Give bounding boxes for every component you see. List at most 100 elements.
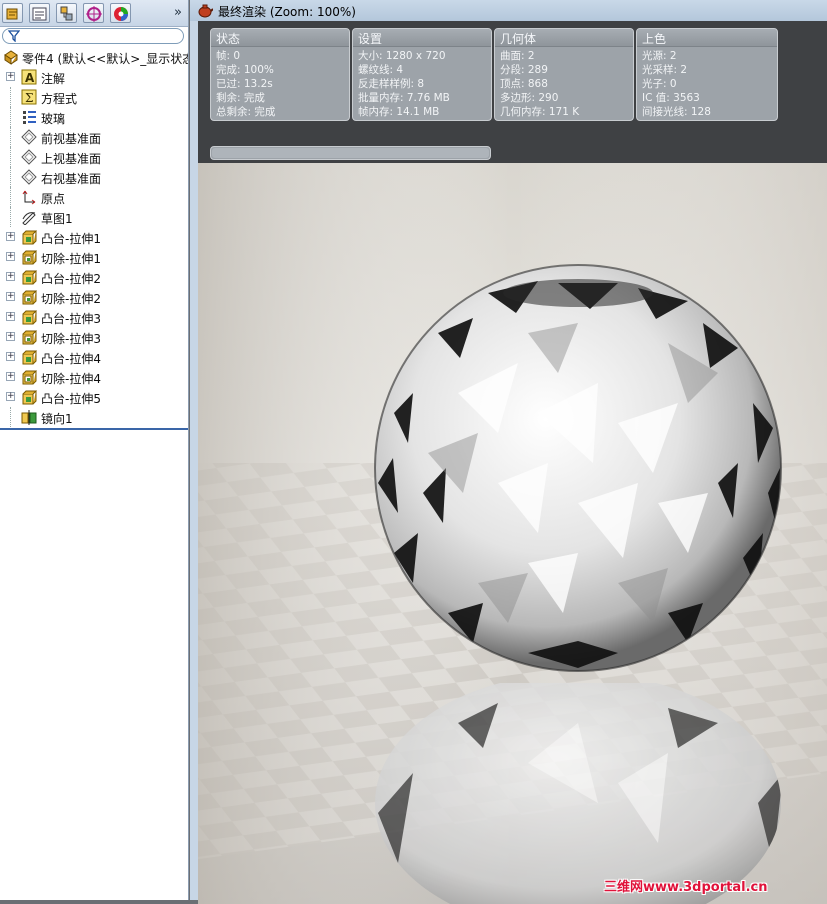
cut-extrude-icon	[22, 290, 37, 305]
panel-stat-row: 间接光线: 128	[642, 106, 711, 118]
display-manager-icon	[114, 7, 128, 21]
panel-stat-row: 大小: 1280 x 720	[358, 50, 446, 62]
tree-item[interactable]: + 切除-拉伸1	[0, 247, 188, 267]
render-viewport[interactable]	[198, 163, 827, 904]
annotation-icon: A	[21, 69, 37, 85]
tree-item-label: 原点	[41, 192, 66, 206]
tree-item[interactable]: 镜向1	[0, 407, 188, 427]
tree-connector	[10, 207, 12, 227]
property-manager-tab[interactable]	[29, 3, 50, 23]
panel-stat-row: 光采样: 2	[642, 64, 688, 76]
render-window-title: 最终渲染 (Zoom: 100%)	[218, 5, 356, 19]
panel-stat-row: 几何内存: 171 K	[500, 106, 580, 118]
expand-toggle[interactable]: +	[6, 292, 15, 301]
expand-toggle[interactable]: +	[6, 352, 15, 361]
tree-item-label: 凸台-拉伸3	[41, 312, 101, 326]
tree-root-part[interactable]: 零件4 (默认<<默认>_显示状态	[0, 47, 188, 67]
expand-toggle[interactable]: +	[6, 252, 15, 261]
plane-icon	[21, 129, 37, 145]
panel-stat-row: 光源: 2	[642, 50, 677, 62]
final-render-window: 最终渲染 (Zoom: 100%) 状态 帧: 0 完成: 100% 已过: 13.2…	[190, 0, 827, 904]
expand-toggle[interactable]: +	[6, 312, 15, 321]
panel-stat-row: 顶点: 868	[500, 78, 548, 90]
tree-item[interactable]: + 切除-拉伸4	[0, 367, 188, 387]
shading-panel: 上色 光源: 2 光采样: 2 光子: 0 IC 值: 3563 间接光线: 128	[636, 28, 778, 121]
expand-toggle[interactable]: +	[6, 232, 15, 241]
cut-extrude-icon	[22, 330, 37, 345]
cut-extrude-icon	[22, 250, 37, 265]
feature-manager-tab[interactable]	[2, 3, 23, 23]
panel-header: 几何体	[495, 29, 633, 47]
display-manager-tab[interactable]	[110, 3, 131, 23]
tree-item[interactable]: + 凸台-拉伸3	[0, 307, 188, 327]
property-manager-icon	[32, 7, 47, 21]
panel-stat-row: 螺纹线: 4	[358, 64, 404, 76]
tree-item[interactable]: + 凸台-拉伸2	[0, 267, 188, 287]
svg-text:Σ: Σ	[25, 91, 33, 105]
render-progress-bar	[210, 146, 491, 160]
dimxpert-icon	[86, 6, 102, 22]
tree-item[interactable]: 右视基准面	[0, 167, 188, 187]
settings-panel: 设置 大小: 1280 x 720 螺纹线: 4 反走样样例: 8 批量内存: 7.76…	[352, 28, 492, 121]
render-teapot-icon	[198, 4, 213, 18]
tree-item[interactable]: 玻璃	[0, 107, 188, 127]
panel-header: 设置	[353, 29, 491, 47]
more-tabs-button[interactable]: »	[170, 4, 186, 22]
cut-extrude-icon	[22, 370, 37, 385]
tree-item[interactable]: 上视基准面	[0, 147, 188, 167]
boss-extrude-icon	[22, 390, 37, 405]
tree-item-label: 草图1	[41, 212, 73, 226]
tree-item[interactable]: + 切除-拉伸2	[0, 287, 188, 307]
equation-icon: Σ	[21, 89, 37, 105]
tree-item[interactable]: 前视基准面	[0, 127, 188, 147]
geometry-panel: 几何体 曲面: 2 分段: 289 顶点: 868 多边形: 290 几何内存: 171 …	[494, 28, 634, 121]
tree-item[interactable]: 草图1	[0, 207, 188, 227]
configuration-manager-tab[interactable]	[56, 3, 77, 23]
tree-item[interactable]: 原点	[0, 187, 188, 207]
expand-toggle[interactable]: +	[6, 332, 15, 341]
tree-item-label: 切除-拉伸4	[41, 372, 101, 386]
render-stats-area: 状态 帧: 0 完成: 100% 已过: 13.2s 剩余: 完成 总剩余: 完成 设置 大小…	[198, 21, 827, 180]
status-panel: 状态 帧: 0 完成: 100% 已过: 13.2s 剩余: 完成 总剩余: 完成	[210, 28, 350, 121]
panel-header-label: 状态	[216, 32, 241, 46]
panel-stat-row: 完成: 100%	[216, 64, 274, 76]
tree-connector	[10, 127, 12, 147]
tree-item[interactable]: + A 注解	[0, 67, 188, 87]
tree-connector	[10, 167, 12, 187]
dimxpert-manager-tab[interactable]	[83, 3, 104, 23]
panel-header: 状态	[211, 29, 349, 47]
expand-toggle[interactable]: +	[6, 392, 15, 401]
tree-item-label: 切除-拉伸3	[41, 332, 101, 346]
filter-icon	[8, 30, 20, 42]
tree-item[interactable]: + 凸台-拉伸5	[0, 387, 188, 407]
tree-item[interactable]: + 凸台-拉伸4	[0, 347, 188, 367]
panel-header: 上色	[637, 29, 777, 47]
panel-stat-row: 反走样样例: 8	[358, 78, 425, 90]
expand-toggle[interactable]: +	[6, 272, 15, 281]
origin-icon	[22, 190, 36, 205]
tree-filter-input[interactable]	[2, 28, 184, 44]
tree-item[interactable]: + 切除-拉伸3	[0, 327, 188, 347]
tree-item-label: 镜向1	[41, 412, 73, 426]
render-window-titlebar[interactable]: 最终渲染 (Zoom: 100%)	[190, 0, 827, 22]
rendered-crystal-ball-image	[198, 163, 827, 904]
tree-item-label: 凸台-拉伸1	[41, 232, 101, 246]
plane-icon	[21, 149, 37, 165]
tree-connector	[10, 187, 12, 207]
panel-stat-row: 多边形: 290	[500, 92, 559, 104]
panel-stat-row: IC 值: 3563	[642, 92, 700, 104]
tree-item-label: 切除-拉伸2	[41, 292, 101, 306]
tree-item[interactable]: Σ 方程式	[0, 87, 188, 107]
expand-toggle[interactable]: +	[6, 72, 15, 81]
feature-manager-panel: » 零件4 (默认<<默认>_显示状态 + A 注解 Σ 方程式 玻璃 前视基准面 上视基准面…	[0, 0, 189, 900]
feature-manager-empty-area	[0, 430, 188, 900]
expand-toggle[interactable]: +	[6, 372, 15, 381]
tree-item-label: 凸台-拉伸5	[41, 392, 101, 406]
panel-header-label: 上色	[642, 32, 667, 46]
tree-root-label: 零件4 (默认<<默认>_显示状态	[22, 52, 189, 66]
panel-header-label: 设置	[358, 32, 383, 46]
tree-item[interactable]: + 凸台-拉伸1	[0, 227, 188, 247]
tree-connector	[10, 147, 12, 167]
tree-item-label: 切除-拉伸1	[41, 252, 101, 266]
panel-stat-row: 帧: 0	[216, 50, 241, 62]
